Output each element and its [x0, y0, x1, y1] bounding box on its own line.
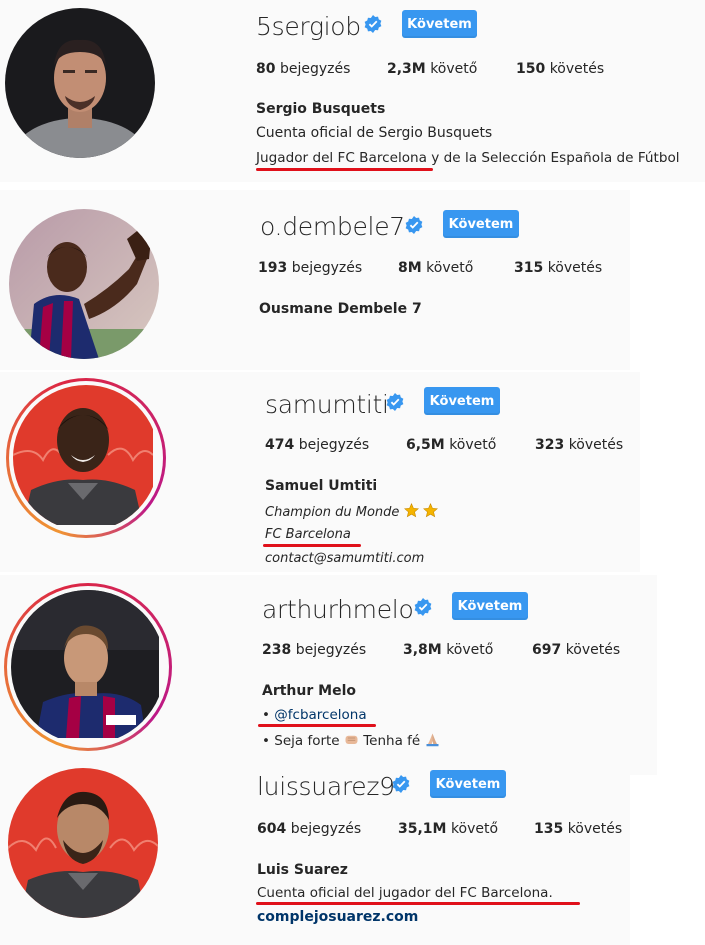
full-name: Arthur Melo	[262, 683, 356, 699]
bio-line: Champion du Monde	[265, 503, 438, 520]
avatar[interactable]	[5, 8, 155, 158]
following-count[interactable]: 135 követés	[534, 821, 622, 837]
profile-card-dembele: o.dembele7 Követem 193 bejegyzés 8M köve…	[0, 190, 630, 370]
red-underline	[258, 724, 376, 727]
verified-badge-icon	[392, 775, 410, 793]
username: 5sergiob	[256, 12, 361, 41]
follow-button[interactable]: Követem	[430, 770, 506, 798]
website-link[interactable]: complejosuarez.com	[257, 909, 418, 925]
follow-button[interactable]: Követem	[424, 387, 500, 415]
following-count[interactable]: 150 követés	[516, 61, 604, 77]
red-underline	[256, 168, 433, 171]
follow-button[interactable]: Követem	[402, 10, 477, 38]
avatar	[11, 590, 165, 744]
praying-hands-emoji-icon	[426, 733, 438, 747]
bio-line: • @fcbarcelona	[262, 707, 367, 723]
followers-count[interactable]: 6,5M követő	[406, 437, 496, 453]
posts-count[interactable]: 193 bejegyzés	[258, 260, 362, 276]
followers-count[interactable]: 35,1M követő	[398, 821, 498, 837]
username: arthurhmelo	[262, 595, 414, 624]
avatar	[13, 385, 159, 531]
mention-link[interactable]: @fcbarcelona	[274, 707, 366, 723]
verified-badge-icon	[364, 15, 382, 33]
bio-line: Cuenta oficial de Sergio Busquets	[256, 125, 493, 141]
followers-count[interactable]: 2,3M követő	[387, 61, 477, 77]
following-count[interactable]: 697 követés	[532, 642, 620, 658]
story-ring[interactable]	[4, 583, 172, 751]
posts-count[interactable]: 80 bejegyzés	[256, 61, 350, 77]
star-emoji-icon	[422, 503, 438, 518]
bio-line: Cuenta oficial del jugador del FC Barcel…	[257, 885, 553, 901]
follow-button[interactable]: Követem	[443, 210, 519, 238]
follow-button[interactable]: Követem	[452, 592, 528, 620]
profile-card-arthur: arthurhmelo Követem 238 bejegyzés 3,8M k…	[0, 575, 657, 775]
verified-badge-icon	[386, 393, 404, 411]
bio-line: Jugador del FC Barcelona y de la Selecci…	[256, 150, 680, 166]
profile-card-busquets: 5sergiob Követem 80 bejegyzés 2,3M követ…	[0, 0, 705, 182]
bio-line: contact@samumtiti.com	[265, 551, 425, 566]
username: luissuarez9	[257, 772, 395, 801]
full-name: Samuel Umtiti	[265, 478, 378, 494]
full-name: Luis Suarez	[257, 862, 348, 878]
username: samumtiti	[265, 390, 389, 419]
bio-line: • Seja forte Tenha fé	[262, 732, 440, 749]
following-count[interactable]: 323 követés	[535, 437, 623, 453]
following-count[interactable]: 315 követés	[514, 260, 602, 276]
verified-badge-icon	[405, 216, 423, 234]
full-name: Ousmane Dembele 7	[259, 301, 422, 317]
avatar[interactable]	[9, 209, 159, 359]
profile-card-umtiti: samumtiti Követem 474 bejegyzés 6,5M köv…	[0, 372, 640, 572]
profile-card-suarez: luissuarez9 Követem 604 bejegyzés 35,1M …	[0, 760, 630, 945]
bio-line: FC Barcelona	[265, 527, 351, 542]
red-underline	[263, 544, 361, 547]
story-ring[interactable]	[6, 378, 166, 538]
posts-count[interactable]: 474 bejegyzés	[265, 437, 369, 453]
posts-count[interactable]: 238 bejegyzés	[262, 642, 366, 658]
star-emoji-icon	[403, 503, 419, 518]
red-underline	[256, 902, 580, 905]
verified-badge-icon	[414, 598, 432, 616]
username: o.dembele7	[260, 212, 405, 241]
avatar[interactable]	[8, 768, 158, 918]
followers-count[interactable]: 3,8M követő	[403, 642, 493, 658]
followers-count[interactable]: 8M követő	[398, 260, 473, 276]
posts-count[interactable]: 604 bejegyzés	[257, 821, 361, 837]
full-name: Sergio Busquets	[256, 101, 386, 117]
fist-emoji-icon	[345, 735, 358, 744]
